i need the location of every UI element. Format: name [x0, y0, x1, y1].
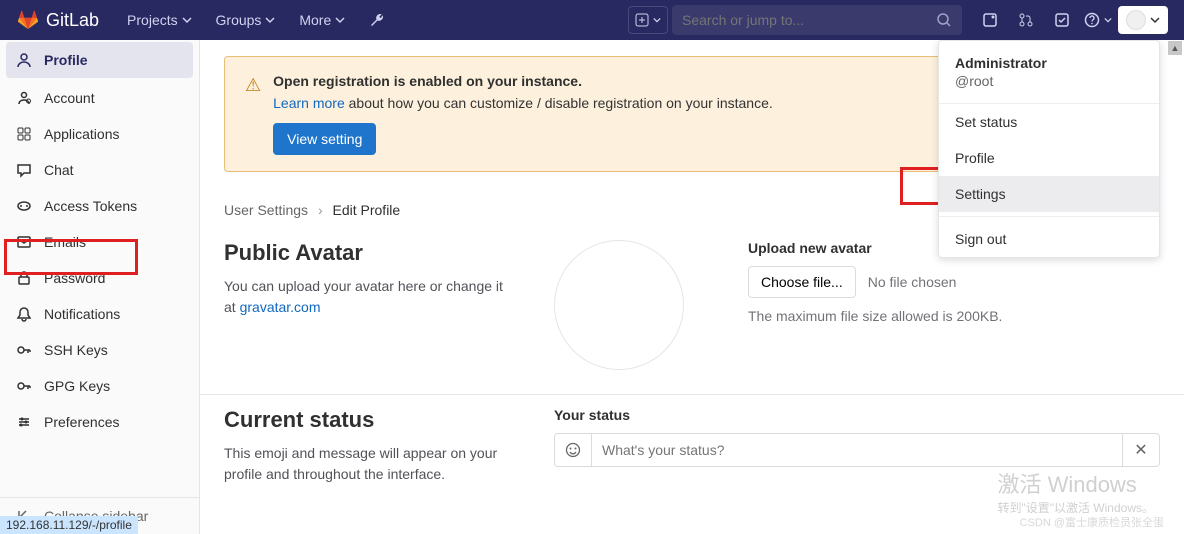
sidebar-item-label: Account	[44, 90, 95, 106]
merge-request-icon	[1018, 12, 1034, 28]
emoji-picker-button[interactable]	[554, 433, 592, 467]
user-menu-button[interactable]	[1118, 6, 1168, 34]
smiley-icon	[565, 442, 581, 458]
gpg-keys-icon	[16, 378, 32, 394]
sidebar-item-applications[interactable]: Applications	[0, 116, 199, 152]
tanuki-icon	[16, 8, 40, 32]
dropdown-profile[interactable]: Profile	[939, 140, 1159, 176]
sidebar-item-profile[interactable]: Profile	[6, 42, 193, 78]
chevron-down-icon	[1104, 16, 1112, 24]
your-status-label: Your status	[554, 407, 1160, 423]
sidebar-item-label: Emails	[44, 234, 86, 250]
sidebar-item-password[interactable]: Password	[0, 260, 199, 296]
user-dropdown: Administrator @root Set status Profile S…	[938, 40, 1160, 258]
access-tokens-icon	[16, 198, 32, 214]
dropdown-sign-out[interactable]: Sign out	[939, 221, 1159, 257]
section-heading: Public Avatar	[224, 240, 514, 266]
sidebar-item-access-tokens[interactable]: Access Tokens	[0, 188, 199, 224]
notifications-icon	[16, 306, 32, 322]
learn-more-link[interactable]: Learn more	[273, 95, 345, 111]
status-input[interactable]	[592, 433, 1122, 467]
merge-requests-button[interactable]	[1010, 6, 1042, 34]
emails-icon	[16, 234, 32, 250]
sidebar-item-chat[interactable]: Chat	[0, 152, 199, 188]
sidebar: Profile Account Applications Chat Access Tok…	[0, 40, 200, 534]
preferences-icon	[16, 414, 32, 430]
issues-button[interactable]	[974, 6, 1006, 34]
sidebar-item-label: Notifications	[44, 306, 120, 322]
main-content: ⚠ Open registration is enabled on your i…	[200, 40, 1184, 534]
question-icon	[1084, 12, 1100, 28]
warning-icon: ⚠	[245, 75, 261, 96]
sidebar-item-label: Preferences	[44, 414, 119, 430]
sidebar-item-account[interactable]: Account	[0, 80, 199, 116]
nav-more[interactable]: More	[287, 0, 357, 40]
breadcrumb-parent[interactable]: User Settings	[224, 202, 308, 218]
section-desc: You can upload your avatar here or chang…	[224, 276, 514, 318]
chevron-down-icon	[653, 16, 661, 24]
choose-file-button[interactable]: Choose file...	[748, 266, 856, 298]
chat-icon	[16, 162, 32, 178]
search-input[interactable]	[682, 12, 936, 28]
avatar	[1126, 10, 1146, 30]
sidebar-item-label: Access Tokens	[44, 198, 137, 214]
applications-icon	[16, 126, 32, 142]
sidebar-item-label: Password	[44, 270, 105, 286]
chevron-down-icon	[265, 15, 275, 25]
sidebar-item-ssh-keys[interactable]: SSH Keys	[0, 332, 199, 368]
sidebar-item-label: Profile	[44, 52, 88, 68]
search-icon	[936, 12, 952, 28]
dropdown-handle: @root	[955, 73, 1143, 89]
dropdown-username: Administrator	[955, 55, 1143, 71]
breadcrumb-current: Edit Profile	[333, 202, 401, 218]
status-section: Current status This emoji and message wi…	[200, 395, 1184, 509]
chevron-down-icon	[335, 15, 345, 25]
csdn-watermark: CSDN @富士康质检员张全蛋	[1020, 514, 1164, 530]
nav-projects[interactable]: Projects	[115, 0, 203, 40]
max-size-text: The maximum file size allowed is 200KB.	[748, 308, 1160, 324]
gitlab-logo[interactable]: GitLab	[16, 8, 99, 32]
nav-groups[interactable]: Groups	[204, 0, 288, 40]
sidebar-item-label: SSH Keys	[44, 342, 108, 358]
sidebar-item-notifications[interactable]: Notifications	[0, 296, 199, 332]
clear-status-button[interactable]: ✕	[1122, 433, 1160, 467]
help-button[interactable]	[1082, 6, 1114, 34]
account-icon	[16, 90, 32, 106]
brand-text: GitLab	[46, 10, 99, 31]
top-navbar: GitLab Projects Groups More	[0, 0, 1184, 40]
view-setting-button[interactable]: View setting	[273, 123, 376, 155]
sidebar-item-gpg-keys[interactable]: GPG Keys	[0, 368, 199, 404]
sidebar-item-emails[interactable]: Emails	[0, 224, 199, 260]
ssh-keys-icon	[16, 342, 32, 358]
gravatar-link[interactable]: gravatar.com	[240, 299, 321, 315]
no-file-text: No file chosen	[868, 274, 957, 290]
admin-wrench[interactable]	[357, 0, 397, 40]
sidebar-item-label: Chat	[44, 162, 74, 178]
status-url: 192.168.11.129/-/profile	[0, 516, 138, 534]
wrench-icon	[369, 12, 385, 28]
todo-icon	[1054, 12, 1070, 28]
search-box[interactable]	[672, 5, 962, 35]
issues-icon	[982, 12, 998, 28]
chevron-down-icon	[182, 15, 192, 25]
new-menu-button[interactable]	[628, 6, 668, 34]
sidebar-item-preferences[interactable]: Preferences	[0, 404, 199, 440]
dropdown-set-status[interactable]: Set status	[939, 104, 1159, 140]
chevron-down-icon	[1150, 15, 1160, 25]
profile-icon	[16, 52, 32, 68]
avatar-preview	[554, 240, 684, 370]
section-heading: Current status	[224, 407, 514, 433]
dropdown-settings[interactable]: Settings	[939, 176, 1159, 212]
sidebar-item-label: GPG Keys	[44, 378, 110, 394]
todos-button[interactable]	[1046, 6, 1078, 34]
plus-square-icon	[635, 13, 649, 27]
password-icon	[16, 270, 32, 286]
section-desc: This emoji and message will appear on yo…	[224, 443, 514, 485]
sidebar-item-label: Applications	[44, 126, 120, 142]
